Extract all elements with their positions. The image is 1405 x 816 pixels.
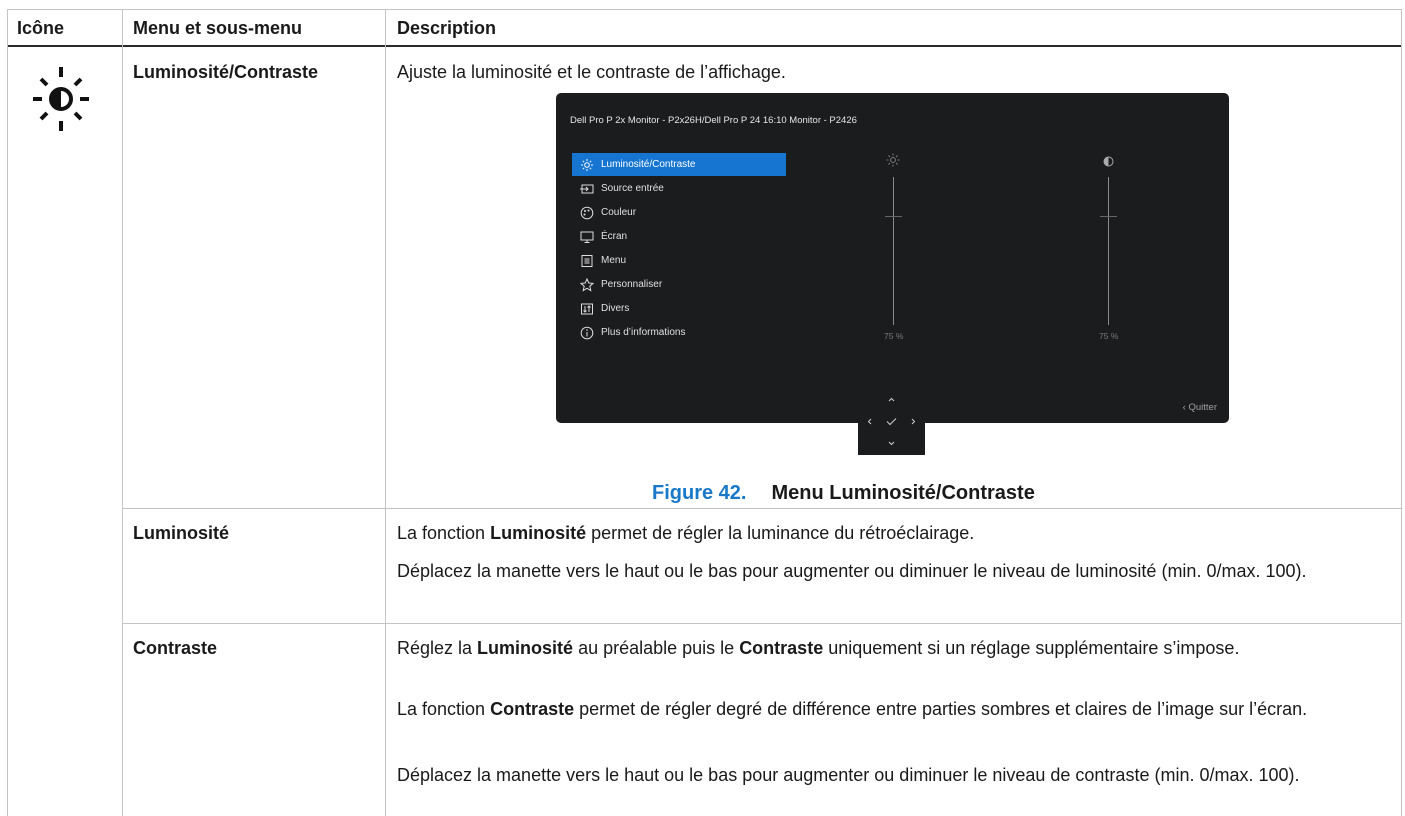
contrast-value: 75 % bbox=[1099, 331, 1119, 341]
table-left-border bbox=[7, 9, 8, 816]
info-icon bbox=[580, 326, 594, 339]
osd-item-display[interactable]: Écran bbox=[572, 225, 786, 248]
others-icon bbox=[581, 303, 593, 314]
menu-brightness-contrast: Luminosité/Contraste bbox=[133, 62, 319, 82]
input-source-icon bbox=[580, 184, 594, 193]
osd-item-label: Couleur bbox=[601, 207, 637, 218]
brightness-value: 75 % bbox=[884, 331, 904, 341]
chevron-down-icon bbox=[888, 441, 895, 446]
chevron-left-icon: ‹ bbox=[1182, 402, 1186, 413]
brightness-slider[interactable] bbox=[893, 177, 894, 325]
table-right-border bbox=[1401, 9, 1402, 816]
menu-brightness: Luminosité bbox=[133, 523, 230, 543]
menu-icon bbox=[581, 254, 593, 267]
row1-description: Ajuste la luminosité et le contraste de … bbox=[397, 62, 786, 82]
header-separator bbox=[7, 45, 1402, 47]
osd-item-label: Écran bbox=[601, 231, 628, 242]
slider-contrast-icon bbox=[1103, 154, 1114, 167]
brightness-icon bbox=[581, 158, 593, 171]
brightness-contrast-icon bbox=[30, 64, 92, 134]
display-icon bbox=[580, 231, 594, 243]
osd-item-label: Menu bbox=[601, 255, 627, 266]
header-icon: Icône bbox=[17, 18, 65, 38]
row3-p2: La fonction Contraste permet de régler d… bbox=[397, 699, 1308, 719]
joystick-guide bbox=[858, 390, 925, 455]
osd-item-label: Divers bbox=[601, 303, 630, 314]
osd-item-more-info[interactable]: Plus d’informations bbox=[572, 321, 786, 344]
table-top-border bbox=[7, 9, 1402, 10]
slider-sun-icon bbox=[886, 153, 900, 167]
figure-caption: Figure 42. Menu Luminosité/Contraste bbox=[652, 480, 1035, 507]
column-divider bbox=[122, 9, 123, 816]
palette-icon bbox=[580, 206, 594, 219]
row2-p2: Déplacez la manette vers le haut ou le b… bbox=[397, 561, 1307, 581]
row2-p1: La fonction Luminosité permet de régler … bbox=[397, 523, 975, 543]
row3-p1: Réglez la Luminosité au préalable puis l… bbox=[397, 638, 1240, 658]
osd-screenshot: Dell Pro P 2x Monitor - P2x26H/Dell Pro … bbox=[556, 93, 1229, 423]
menu-contrast: Contraste bbox=[133, 638, 218, 658]
star-icon bbox=[580, 277, 594, 292]
header-menu: Menu et sous-menu bbox=[133, 18, 303, 38]
osd-item-color[interactable]: Couleur bbox=[572, 201, 786, 224]
row-separator bbox=[122, 623, 1402, 624]
column-divider bbox=[385, 9, 386, 816]
figure-number: Figure 42. bbox=[652, 482, 747, 504]
osd-item-label: Personnaliser bbox=[601, 279, 663, 290]
quit-button[interactable]: ‹ Quitter bbox=[1183, 402, 1217, 413]
osd-model-name: Dell Pro P 2x Monitor - P2x26H/Dell Pro … bbox=[570, 115, 857, 126]
osd-item-input-source[interactable]: Source entrée bbox=[572, 177, 786, 200]
osd-item-label: Source entrée bbox=[601, 183, 664, 194]
osd-item-brightness-contrast[interactable]: Luminosité/Contraste bbox=[572, 153, 786, 176]
quit-label: Quitter bbox=[1188, 402, 1217, 413]
brightness-slider-handle[interactable] bbox=[885, 216, 902, 217]
figure-title: Menu Luminosité/Contraste bbox=[771, 482, 1035, 504]
osd-item-menu[interactable]: Menu bbox=[572, 249, 786, 272]
osd-item-label: Plus d’informations bbox=[601, 327, 686, 338]
check-icon bbox=[886, 418, 897, 426]
osd-item-label: Luminosité/Contraste bbox=[601, 159, 696, 170]
chevron-right-icon bbox=[911, 418, 916, 425]
header-description: Description bbox=[397, 18, 497, 38]
osd-item-others[interactable]: Divers bbox=[572, 297, 786, 320]
osd-item-personalize[interactable]: Personnaliser bbox=[572, 273, 786, 296]
chevron-left-icon bbox=[867, 418, 872, 425]
contrast-slider[interactable] bbox=[1108, 177, 1109, 325]
row-separator bbox=[122, 508, 1402, 509]
chevron-up-icon bbox=[888, 397, 895, 402]
row3-p3: Déplacez la manette vers le haut ou le b… bbox=[397, 765, 1300, 785]
contrast-slider-handle[interactable] bbox=[1100, 216, 1117, 217]
